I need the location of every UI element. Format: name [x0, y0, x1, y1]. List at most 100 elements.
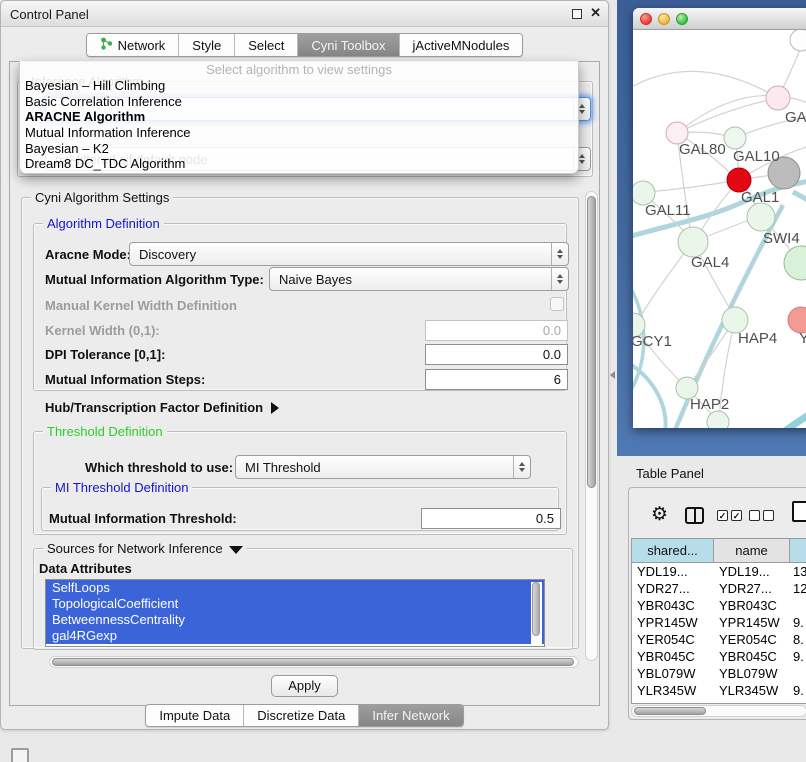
- close-window-icon[interactable]: ✕: [590, 5, 601, 21]
- split-columns-icon[interactable]: [685, 507, 704, 524]
- node[interactable]: [784, 246, 806, 280]
- tab-cyni-toolbox[interactable]: Cyni Toolbox: [297, 34, 398, 56]
- node-table[interactable]: shared... name A YDL19... YDL19... 13 YD…: [631, 538, 806, 704]
- node-label: GAL1: [741, 189, 779, 206]
- list-item[interactable]: gal4RGexp: [46, 628, 544, 644]
- manual-kernel-checkbox[interactable]: [550, 297, 564, 311]
- node-gal4[interactable]: [678, 227, 708, 257]
- mi-type-label: Mutual Information Algorithm Type:: [45, 272, 264, 287]
- table-horizontal-scrollbar[interactable]: [631, 705, 806, 717]
- close-traffic-light-icon[interactable]: [640, 13, 652, 25]
- dock-panel-icon[interactable]: [11, 748, 29, 762]
- kernel-width-field[interactable]: 0.0: [425, 320, 568, 341]
- column-header-partial[interactable]: A: [790, 539, 806, 562]
- tab-select[interactable]: Select: [234, 34, 297, 56]
- table-panel-card: ⚙ ✓ ✓ shared... name A YDL19... YDL19...…: [628, 487, 806, 720]
- which-threshold-combo[interactable]: MI Threshold: [235, 455, 531, 479]
- network-canvas[interactable]: GAL GAL80 GAL10 GAL1 GAL11 SWI4 GAL4 GCY…: [633, 30, 806, 428]
- control-panel-window: Control Panel ✕ Network Style Select Cyn…: [0, 0, 609, 730]
- table-row[interactable]: YLR345W YLR345W 9.: [632, 682, 806, 699]
- minimize-traffic-light-icon[interactable]: [658, 13, 670, 25]
- popup-item-bayesian-hill-climbing[interactable]: Bayesian – Hill Climbing: [20, 78, 578, 94]
- network-node-labels: GAL GAL80 GAL10 GAL1 GAL11 SWI4 GAL4 GCY…: [633, 109, 806, 413]
- table-row[interactable]: YPR145W YPR145W 9.: [632, 614, 806, 631]
- node-swi4[interactable]: [747, 203, 775, 231]
- combo-stepper-icon: [513, 456, 530, 478]
- network-window-backdrop: GAL GAL80 GAL10 GAL1 GAL11 SWI4 GAL4 GCY…: [617, 0, 806, 456]
- node-label: SWI4: [763, 230, 800, 247]
- list-item[interactable]: TopologicalCoefficient: [46, 596, 544, 612]
- combo-stepper-icon: [551, 268, 568, 290]
- manual-kernel-label: Manual Kernel Width Definition: [45, 298, 237, 313]
- sources-group-label: Sources for Network Inference: [47, 541, 223, 556]
- mi-threshold-label: Mutual Information Threshold:: [49, 511, 237, 526]
- splitter-collapse-icon[interactable]: [610, 371, 615, 379]
- sources-group-toggle[interactable]: Sources for Network Inference: [43, 541, 247, 556]
- gear-icon[interactable]: ⚙: [651, 503, 668, 526]
- list-item[interactable]: SelfLoops: [46, 580, 544, 596]
- control-panel-titlebar: Control Panel ✕: [1, 1, 608, 27]
- top-tab-bar: Network Style Select Cyni Toolbox jActiv…: [1, 33, 608, 57]
- float-window-icon[interactable]: [572, 9, 582, 19]
- mi-steps-label: Mutual Information Steps:: [45, 372, 205, 387]
- mi-type-combo[interactable]: Naive Bayes: [269, 267, 569, 291]
- table-row[interactable]: YBR043C YBR043C: [632, 597, 806, 614]
- column-header-name[interactable]: name: [714, 539, 790, 562]
- tab-jactivemnodules[interactable]: jActiveMNodules: [399, 34, 523, 56]
- popup-item-mutual-information[interactable]: Mutual Information Inference: [20, 125, 578, 141]
- list-item[interactable]: BetweennessCentrality: [46, 612, 544, 628]
- algorithm-definition-label: Algorithm Definition: [43, 216, 164, 231]
- popup-item-basic-correlation[interactable]: Basic Correlation Inference: [20, 94, 578, 110]
- data-attributes-list[interactable]: SelfLoops TopologicalCoefficient Between…: [45, 579, 545, 647]
- node-label: Y: [799, 330, 806, 347]
- node-label: GAL11: [645, 202, 691, 219]
- algorithm-popup: Select algorithm to view settings Bayesi…: [19, 61, 579, 174]
- table-row[interactable]: YDL19... YDL19... 13: [632, 563, 806, 580]
- popup-item-dream8[interactable]: Dream8 DC_TDC Algorithm: [20, 156, 578, 172]
- mi-steps-field[interactable]: 6: [425, 369, 568, 390]
- bottom-tab-bar: Impute Data Discretize Data Infer Networ…: [1, 704, 608, 727]
- table-row[interactable]: YDR27... YDR27... 12: [632, 580, 806, 597]
- node[interactable]: [707, 411, 729, 428]
- document-icon[interactable]: [792, 501, 806, 522]
- checkbox-unchecked-icon[interactable]: [749, 510, 760, 521]
- tab-style[interactable]: Style: [178, 34, 234, 56]
- checkbox-checked-icon[interactable]: ✓: [717, 510, 728, 521]
- table-row[interactable]: YIL052C YIL052C 9.: [632, 699, 806, 704]
- which-threshold-label: Which threshold to use:: [85, 460, 233, 475]
- aracne-mode-combo[interactable]: Discovery: [129, 242, 569, 266]
- combo-stepper-icon: [551, 243, 568, 265]
- aracne-mode-label: Aracne Mode:: [45, 247, 131, 262]
- settings-horizontal-scrollbar[interactable]: [49, 656, 579, 668]
- node[interactable]: [790, 30, 806, 51]
- popup-item-aracne[interactable]: ARACNE Algorithm: [20, 109, 578, 125]
- table-row[interactable]: YBL079W YBL079W: [632, 665, 806, 682]
- zoom-traffic-light-icon[interactable]: [676, 13, 688, 25]
- settings-vertical-scrollbar[interactable]: [585, 191, 598, 661]
- mi-type-value: Naive Bayes: [270, 272, 551, 287]
- tab-infer-network[interactable]: Infer Network: [358, 705, 462, 726]
- node-gal10[interactable]: [724, 127, 746, 149]
- list-scrollbar[interactable]: [531, 582, 542, 644]
- dpi-tolerance-field[interactable]: 0.0: [425, 344, 568, 365]
- tab-network[interactable]: Network: [87, 34, 179, 56]
- network-window-titlebar[interactable]: [633, 8, 806, 30]
- table-panel-title: Table Panel: [636, 466, 704, 481]
- table-row[interactable]: YBR045C YBR045C 9.: [632, 648, 806, 665]
- node-gal-top[interactable]: [766, 86, 790, 110]
- checkbox-checked-icon[interactable]: ✓: [731, 510, 742, 521]
- node-label: HAP2: [690, 396, 729, 413]
- checkbox-unchecked-icon[interactable]: [763, 510, 774, 521]
- node-label: GAL10: [733, 148, 780, 165]
- cyni-algorithm-settings-label: Cyni Algorithm Settings: [31, 190, 173, 205]
- column-header-shared-name[interactable]: shared...: [632, 539, 714, 562]
- popup-item-bayesian-k2[interactable]: Bayesian – K2: [20, 141, 578, 157]
- mi-threshold-field[interactable]: 0.5: [421, 508, 561, 529]
- app-root: Control Panel ✕ Network Style Select Cyn…: [0, 0, 806, 762]
- apply-button[interactable]: Apply: [271, 675, 338, 697]
- control-panel-title: Control Panel: [10, 7, 89, 22]
- tab-impute-data[interactable]: Impute Data: [146, 705, 243, 726]
- hub-tf-definition-toggle[interactable]: Hub/Transcription Factor Definition: [45, 400, 279, 415]
- tab-discretize-data[interactable]: Discretize Data: [243, 705, 358, 726]
- table-row[interactable]: YER054C YER054C 8.: [632, 631, 806, 648]
